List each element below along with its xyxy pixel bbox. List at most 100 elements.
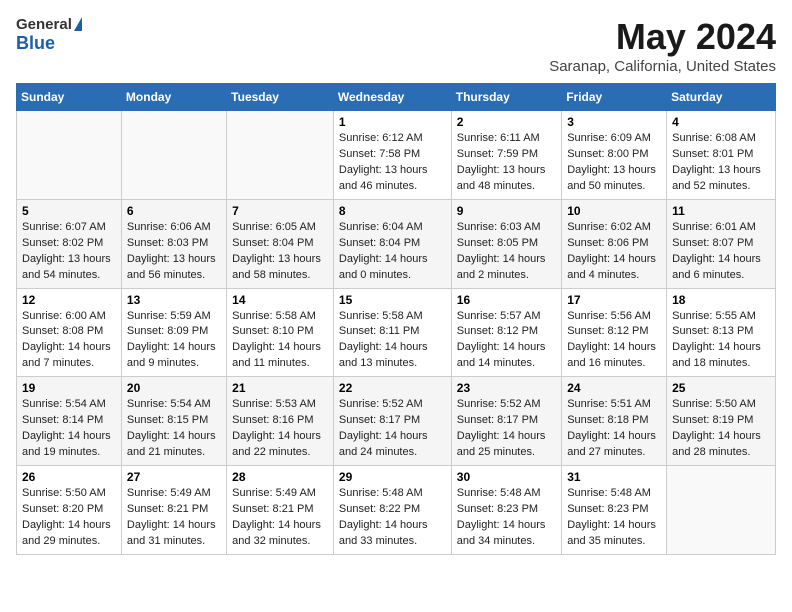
day-number: 29 <box>339 470 446 484</box>
table-row: 16 Sunrise: 5:57 AM Sunset: 8:12 PM Dayl… <box>451 288 561 377</box>
day-info: Sunrise: 6:12 AM Sunset: 7:58 PM Dayligh… <box>339 131 446 195</box>
logo-blue: Blue <box>16 33 82 54</box>
daylight-text: Daylight: 14 hours and 35 minutes. <box>567 519 656 547</box>
sunset-text: Sunset: 8:17 PM <box>457 414 538 426</box>
daylight-text: Daylight: 14 hours and 32 minutes. <box>232 519 321 547</box>
day-info: Sunrise: 6:01 AM Sunset: 8:07 PM Dayligh… <box>672 220 770 284</box>
daylight-text: Daylight: 14 hours and 13 minutes. <box>339 341 428 369</box>
title-section: May 2024 Saranap, California, United Sta… <box>549 16 776 75</box>
sunset-text: Sunset: 8:23 PM <box>567 503 648 515</box>
sunset-text: Sunset: 8:11 PM <box>339 325 420 337</box>
table-row: 13 Sunrise: 5:59 AM Sunset: 8:09 PM Dayl… <box>121 288 226 377</box>
sunset-text: Sunset: 8:06 PM <box>567 237 648 249</box>
sunrise-text: Sunrise: 6:05 AM <box>232 221 316 233</box>
day-number: 26 <box>22 470 116 484</box>
sunrise-text: Sunrise: 5:59 AM <box>127 310 211 322</box>
daylight-text: Daylight: 14 hours and 7 minutes. <box>22 341 111 369</box>
day-number: 13 <box>127 293 221 307</box>
daylight-text: Daylight: 14 hours and 16 minutes. <box>567 341 656 369</box>
table-row: 29 Sunrise: 5:48 AM Sunset: 8:22 PM Dayl… <box>333 466 451 555</box>
daylight-text: Daylight: 14 hours and 18 minutes. <box>672 341 761 369</box>
sunset-text: Sunset: 8:16 PM <box>232 414 313 426</box>
day-info: Sunrise: 6:06 AM Sunset: 8:03 PM Dayligh… <box>127 220 221 284</box>
sunset-text: Sunset: 8:12 PM <box>567 325 648 337</box>
table-row <box>667 466 776 555</box>
header-monday: Monday <box>121 84 226 111</box>
sunset-text: Sunset: 8:14 PM <box>22 414 103 426</box>
sunset-text: Sunset: 8:22 PM <box>339 503 420 515</box>
table-row: 27 Sunrise: 5:49 AM Sunset: 8:21 PM Dayl… <box>121 466 226 555</box>
sunset-text: Sunset: 8:01 PM <box>672 148 753 160</box>
header-friday: Friday <box>562 84 667 111</box>
sunrise-text: Sunrise: 5:48 AM <box>457 487 541 499</box>
daylight-text: Daylight: 14 hours and 4 minutes. <box>567 253 656 281</box>
daylight-text: Daylight: 14 hours and 34 minutes. <box>457 519 546 547</box>
sunset-text: Sunset: 7:58 PM <box>339 148 420 160</box>
day-number: 18 <box>672 293 770 307</box>
calendar-week-row: 26 Sunrise: 5:50 AM Sunset: 8:20 PM Dayl… <box>17 466 776 555</box>
sunrise-text: Sunrise: 6:09 AM <box>567 132 651 144</box>
sunrise-text: Sunrise: 6:02 AM <box>567 221 651 233</box>
day-number: 17 <box>567 293 661 307</box>
daylight-text: Daylight: 13 hours and 58 minutes. <box>232 253 321 281</box>
sunrise-text: Sunrise: 6:08 AM <box>672 132 756 144</box>
table-row: 5 Sunrise: 6:07 AM Sunset: 8:02 PM Dayli… <box>17 199 122 288</box>
header-wednesday: Wednesday <box>333 84 451 111</box>
daylight-text: Daylight: 14 hours and 14 minutes. <box>457 341 546 369</box>
header-tuesday: Tuesday <box>227 84 334 111</box>
day-number: 9 <box>457 204 556 218</box>
day-info: Sunrise: 5:58 AM Sunset: 8:11 PM Dayligh… <box>339 309 446 373</box>
weekday-header-row: Sunday Monday Tuesday Wednesday Thursday… <box>17 84 776 111</box>
day-number: 10 <box>567 204 661 218</box>
table-row: 20 Sunrise: 5:54 AM Sunset: 8:15 PM Dayl… <box>121 377 226 466</box>
day-number: 14 <box>232 293 328 307</box>
calendar-week-row: 1 Sunrise: 6:12 AM Sunset: 7:58 PM Dayli… <box>17 111 776 200</box>
sunrise-text: Sunrise: 5:48 AM <box>567 487 651 499</box>
sunset-text: Sunset: 8:00 PM <box>567 148 648 160</box>
daylight-text: Daylight: 13 hours and 52 minutes. <box>672 164 761 192</box>
sunrise-text: Sunrise: 5:49 AM <box>127 487 211 499</box>
daylight-text: Daylight: 14 hours and 29 minutes. <box>22 519 111 547</box>
table-row <box>227 111 334 200</box>
sunset-text: Sunset: 8:23 PM <box>457 503 538 515</box>
sunrise-text: Sunrise: 6:00 AM <box>22 310 106 322</box>
daylight-text: Daylight: 14 hours and 9 minutes. <box>127 341 216 369</box>
day-number: 8 <box>339 204 446 218</box>
day-info: Sunrise: 5:52 AM Sunset: 8:17 PM Dayligh… <box>457 397 556 461</box>
day-info: Sunrise: 6:03 AM Sunset: 8:05 PM Dayligh… <box>457 220 556 284</box>
calendar-table: Sunday Monday Tuesday Wednesday Thursday… <box>16 83 776 555</box>
table-row: 2 Sunrise: 6:11 AM Sunset: 7:59 PM Dayli… <box>451 111 561 200</box>
day-info: Sunrise: 6:11 AM Sunset: 7:59 PM Dayligh… <box>457 131 556 195</box>
day-number: 2 <box>457 115 556 129</box>
day-info: Sunrise: 6:08 AM Sunset: 8:01 PM Dayligh… <box>672 131 770 195</box>
sunset-text: Sunset: 8:15 PM <box>127 414 208 426</box>
day-number: 4 <box>672 115 770 129</box>
daylight-text: Daylight: 14 hours and 6 minutes. <box>672 253 761 281</box>
sunset-text: Sunset: 8:04 PM <box>232 237 313 249</box>
sunrise-text: Sunrise: 5:58 AM <box>339 310 423 322</box>
day-number: 19 <box>22 381 116 395</box>
table-row: 9 Sunrise: 6:03 AM Sunset: 8:05 PM Dayli… <box>451 199 561 288</box>
main-title: May 2024 <box>549 16 776 58</box>
calendar-week-row: 19 Sunrise: 5:54 AM Sunset: 8:14 PM Dayl… <box>17 377 776 466</box>
day-info: Sunrise: 6:07 AM Sunset: 8:02 PM Dayligh… <box>22 220 116 284</box>
table-row: 26 Sunrise: 5:50 AM Sunset: 8:20 PM Dayl… <box>17 466 122 555</box>
sunrise-text: Sunrise: 5:48 AM <box>339 487 423 499</box>
sunset-text: Sunset: 8:04 PM <box>339 237 420 249</box>
daylight-text: Daylight: 14 hours and 28 minutes. <box>672 430 761 458</box>
table-row <box>17 111 122 200</box>
day-number: 12 <box>22 293 116 307</box>
table-row: 23 Sunrise: 5:52 AM Sunset: 8:17 PM Dayl… <box>451 377 561 466</box>
sunset-text: Sunset: 8:05 PM <box>457 237 538 249</box>
table-row: 31 Sunrise: 5:48 AM Sunset: 8:23 PM Dayl… <box>562 466 667 555</box>
day-info: Sunrise: 5:50 AM Sunset: 8:20 PM Dayligh… <box>22 486 116 550</box>
day-info: Sunrise: 5:54 AM Sunset: 8:14 PM Dayligh… <box>22 397 116 461</box>
sunrise-text: Sunrise: 5:51 AM <box>567 398 651 410</box>
day-number: 1 <box>339 115 446 129</box>
table-row: 30 Sunrise: 5:48 AM Sunset: 8:23 PM Dayl… <box>451 466 561 555</box>
table-row: 3 Sunrise: 6:09 AM Sunset: 8:00 PM Dayli… <box>562 111 667 200</box>
logo-text: General <box>16 16 82 33</box>
table-row: 25 Sunrise: 5:50 AM Sunset: 8:19 PM Dayl… <box>667 377 776 466</box>
day-info: Sunrise: 6:04 AM Sunset: 8:04 PM Dayligh… <box>339 220 446 284</box>
daylight-text: Daylight: 14 hours and 27 minutes. <box>567 430 656 458</box>
